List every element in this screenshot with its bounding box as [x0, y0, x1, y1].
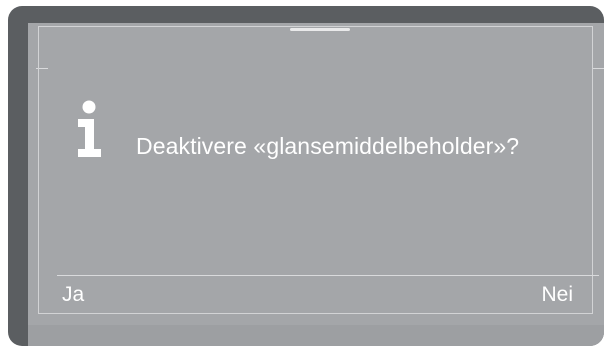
button-divider [57, 275, 599, 276]
yes-button[interactable]: Ja [62, 283, 84, 307]
confirmation-dialog: Deaktivere «glansemiddelbeholder»? Ja Ne… [38, 26, 599, 314]
device-bezel: Deaktivere «glansemiddelbeholder»? Ja Ne… [8, 6, 604, 346]
display-screen: Deaktivere «glansemiddelbeholder»? Ja Ne… [28, 23, 604, 346]
no-button[interactable]: Nei [541, 283, 573, 307]
right-edge-marker [593, 68, 604, 69]
info-icon [72, 100, 108, 160]
bottom-band [28, 325, 604, 346]
dialog-message: Deaktivere «glansemiddelbeholder»? [136, 133, 520, 159]
